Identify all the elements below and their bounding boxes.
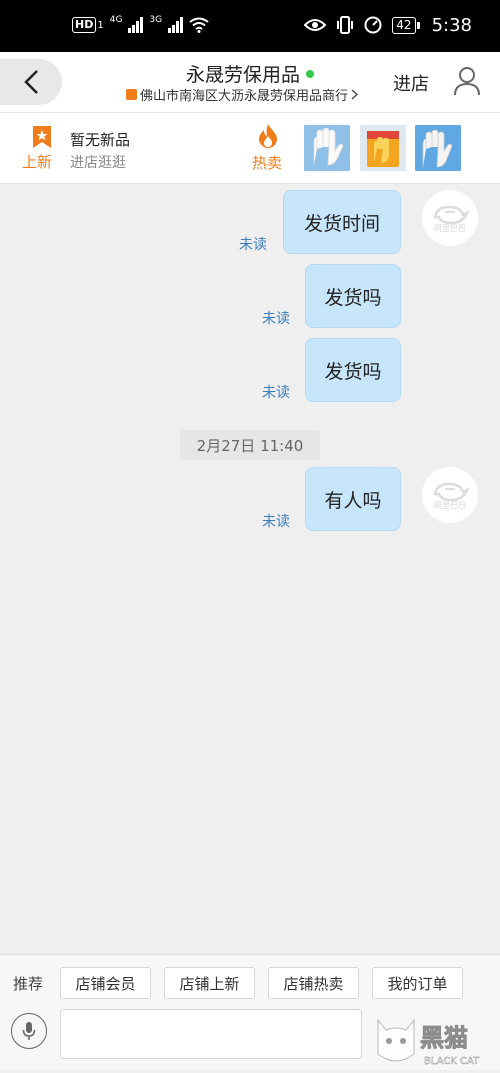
chip-shop-member[interactable]: 店铺会员 <box>60 967 151 999</box>
chip-shop-new[interactable]: 店铺上新 <box>164 967 255 999</box>
eye-icon <box>304 19 327 31</box>
message-input[interactable] <box>60 1009 362 1059</box>
enter-shop-button[interactable]: 进店 <box>393 70 429 96</box>
wifi-icon <box>189 17 209 33</box>
message-text: 发货吗 <box>324 286 382 309</box>
vibrate-icon <box>337 16 354 34</box>
svg-text:BLACK CAT: BLACK CAT <box>424 1056 480 1067</box>
message-bubble[interactable]: 有人吗 <box>305 467 401 531</box>
message-bubble[interactable]: 发货吗 <box>305 338 401 402</box>
message-bubble[interactable]: 发货吗 <box>305 264 401 328</box>
chevron-right-icon <box>351 89 359 100</box>
message-text: 有人吗 <box>324 489 382 512</box>
status-right: 42 5:38 <box>304 12 472 38</box>
avatar[interactable]: 阿里巴巴 <box>422 467 478 523</box>
alibaba-logo-icon: 阿里巴巴 <box>433 205 470 233</box>
voice-button[interactable] <box>11 1013 47 1049</box>
unread-status: 未读 <box>239 237 267 253</box>
recommend-label: 推荐 <box>13 975 44 993</box>
unread-status: 未读 <box>262 514 290 530</box>
status-bar: HD 1 4G 3G 42 5:38 <box>0 0 500 52</box>
signal-3g-label: 3G <box>149 15 163 25</box>
product-thumb-gloves-cotton[interactable] <box>415 125 461 171</box>
shop-name: 永晟劳保用品 <box>185 64 300 86</box>
svg-text:阿里巴巴: 阿里巴巴 <box>434 501 466 510</box>
hot-sales-label[interactable]: 热卖 <box>252 152 282 173</box>
battery-icon: 42 <box>392 16 420 34</box>
svg-text:黑猫: 黑猫 <box>420 1024 468 1052</box>
shop-promo-bar: 上新 暂无新品 进店逛逛 热卖 <box>0 112 500 184</box>
shop-subtitle: 佛山市南海区大沥永晟劳保用品商行 <box>140 89 349 104</box>
message-text: 发货吗 <box>324 360 382 383</box>
hd-badge: HD <box>72 17 97 33</box>
product-thumb-gloves-pack[interactable] <box>360 125 406 171</box>
chat-timestamp: 2月27日 11:40 <box>180 430 320 460</box>
signal-4g-label: 4G <box>109 15 123 25</box>
black-cat-watermark: 黑猫 BLACK CAT <box>376 1014 500 1069</box>
back-button[interactable] <box>0 59 62 105</box>
message-bubble[interactable]: 发货时间 <box>283 190 401 254</box>
back-arrow-icon <box>24 70 38 94</box>
new-arrivals-label[interactable]: 上新 <box>22 151 52 172</box>
chat-header: 永晟劳保用品 佛山市南海区大沥永晟劳保用品商行 进店 <box>0 52 500 112</box>
chip-my-orders[interactable]: 我的订单 <box>372 967 463 999</box>
svg-text:阿里巴巴: 阿里巴巴 <box>434 224 466 233</box>
black-cat-logo-icon: 黑猫 BLACK CAT <box>377 1018 480 1067</box>
shop-title-area[interactable]: 永晟劳保用品 <box>128 60 372 87</box>
avatar[interactable]: 阿里巴巴 <box>422 190 478 246</box>
alibaba-logo-icon: 阿里巴巴 <box>433 482 470 510</box>
user-profile-icon[interactable] <box>453 66 481 96</box>
shop-subtitle-link[interactable]: 佛山市南海区大沥永晟劳保用品商行 <box>126 85 374 104</box>
store-icon <box>126 89 137 100</box>
product-thumb-gloves-white[interactable] <box>304 125 350 171</box>
hd-sub: 1 <box>97 19 104 31</box>
speed-icon <box>364 16 382 34</box>
unread-status: 未读 <box>262 311 290 327</box>
browse-shop-link[interactable]: 进店逛逛 <box>70 152 126 172</box>
signal-3g-icon <box>168 17 184 33</box>
no-new-products-text: 暂无新品 <box>70 131 131 149</box>
message-text: 发货时间 <box>303 212 380 235</box>
unread-status: 未读 <box>262 385 290 401</box>
new-arrivals-icon[interactable] <box>27 125 57 149</box>
microphone-icon <box>22 1022 36 1040</box>
status-time: 5:38 <box>431 14 472 36</box>
online-status-dot <box>306 70 314 78</box>
signal-4g-icon <box>128 17 144 33</box>
chip-shop-hot[interactable]: 店铺热卖 <box>268 967 359 999</box>
fire-icon[interactable] <box>257 123 279 149</box>
status-left: HD 1 4G 3G <box>72 14 209 36</box>
